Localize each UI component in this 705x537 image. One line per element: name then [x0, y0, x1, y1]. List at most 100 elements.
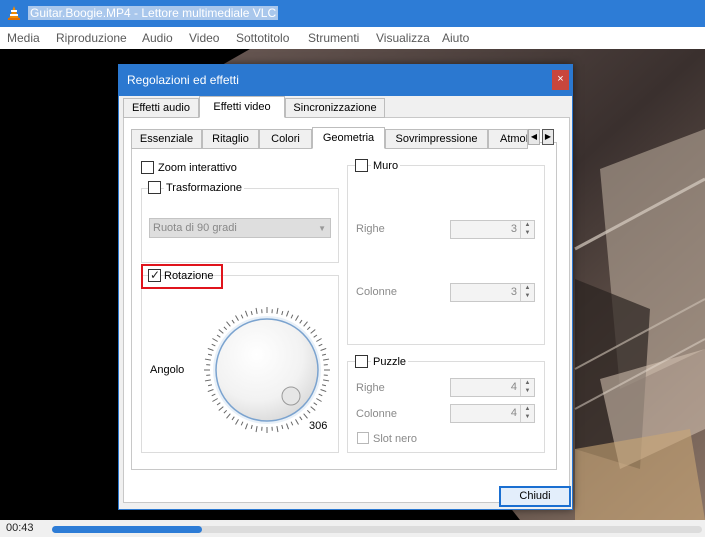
dial-tick	[303, 321, 308, 327]
rotation-checkbox[interactable]: ✓	[148, 268, 161, 282]
chevron-down-icon: ▼	[318, 224, 326, 233]
black-slot-label: Slot nero	[373, 433, 418, 445]
dial-tick	[212, 338, 218, 342]
dial-tick	[316, 338, 322, 342]
dial-tick	[281, 310, 284, 316]
dial-tick	[290, 421, 294, 426]
tab-synchronization[interactable]: Sincronizzazione	[285, 98, 385, 118]
transform-label: Trasformazione	[164, 182, 245, 194]
checkmark-icon: ✓	[150, 268, 161, 282]
dial-tick	[321, 384, 327, 387]
dial-tick	[207, 353, 213, 356]
zoom-checkbox[interactable]	[141, 161, 154, 174]
dial-tick	[323, 379, 330, 382]
dial-tick	[303, 413, 308, 419]
angle-value: 306	[309, 420, 328, 432]
wall-group	[347, 165, 545, 345]
tab-atmolight[interactable]: AtmoLight	[488, 129, 528, 149]
rotation-label: Rotazione	[164, 270, 214, 282]
dial-tick	[276, 426, 279, 433]
elapsed-time: 00:43	[6, 522, 34, 534]
window-titlebar: Guitar.Boogie.MP4 - Lettore multimediale…	[0, 0, 705, 27]
menu-visualizza[interactable]: Visualizza	[376, 31, 430, 45]
status-bar: 00:43	[0, 520, 705, 537]
wall-checkbox[interactable]	[355, 159, 368, 172]
tab-overlay[interactable]: Sovrimpressione	[385, 129, 488, 149]
tab-crop[interactable]: Ritaglio	[202, 129, 259, 149]
seek-bar[interactable]	[52, 526, 702, 533]
dial-tick	[299, 416, 303, 421]
menu-video[interactable]: Video	[189, 31, 219, 45]
tab-colors[interactable]: Colori	[259, 129, 312, 149]
zoom-label: Zoom interattivo	[158, 162, 237, 174]
puzzle-cols-spinner[interactable]: 4 ▲ ▼	[450, 404, 535, 423]
puzzle-label: Puzzle	[371, 356, 409, 368]
menu-media[interactable]: Media	[7, 31, 40, 45]
dial-tick	[211, 393, 216, 397]
transform-select-value: Ruota di 90 gradi	[153, 222, 237, 234]
menu-audio[interactable]: Audio	[142, 31, 173, 45]
dial-tick	[235, 419, 239, 425]
adjustments-dialog: Regolazioni ed effetti × Effetti audio E…	[118, 64, 573, 510]
dial-tick	[310, 329, 316, 334]
dial-tick	[320, 347, 327, 351]
dial-tick	[207, 389, 214, 393]
puzzle-cols-value: 4	[510, 407, 517, 419]
dial-tick	[207, 384, 213, 387]
dial-tick	[250, 310, 253, 316]
dial-tick	[320, 389, 327, 393]
menu-aiuto[interactable]: Aiuto	[442, 31, 469, 45]
wall-rows-spinner[interactable]: 3 ▲ ▼	[450, 220, 535, 239]
spinner-arrows-icon[interactable]: ▲ ▼	[520, 221, 534, 238]
close-button[interactable]: Chiudi	[499, 486, 571, 507]
wall-cols-spinner[interactable]: 3 ▲ ▼	[450, 283, 535, 302]
close-icon[interactable]: ×	[552, 70, 569, 90]
dial-tick	[244, 310, 248, 317]
tab-scroll-right-icon[interactable]: ▶	[542, 129, 554, 145]
dial-tick	[318, 393, 323, 397]
puzzle-rows-label: Righe	[356, 382, 385, 394]
dial-tick	[290, 314, 294, 319]
dial-tick	[244, 423, 248, 430]
spinner-arrows-icon[interactable]: ▲ ▼	[520, 284, 534, 301]
wall-cols-label: Colonne	[356, 286, 397, 298]
menu-sottotitolo[interactable]: Sottotitolo	[236, 31, 289, 45]
transform-select[interactable]: Ruota di 90 gradi ▼	[149, 218, 331, 238]
tab-geometry[interactable]: Geometria	[312, 127, 385, 149]
dial-tick	[240, 314, 244, 319]
dial-tick	[306, 326, 311, 331]
spinner-arrows-icon[interactable]: ▲ ▼	[520, 405, 534, 422]
dial-tick	[316, 398, 322, 402]
puzzle-rows-spinner[interactable]: 4 ▲ ▼	[450, 378, 535, 397]
dial-tick	[204, 358, 211, 361]
angle-label: Angolo	[150, 364, 185, 376]
dial-tick	[231, 319, 235, 324]
tab-video-effects[interactable]: Effetti video	[199, 96, 285, 118]
dial-tick	[306, 409, 311, 414]
dial-tick	[212, 398, 218, 402]
tab-audio-effects[interactable]: Effetti audio	[123, 98, 199, 118]
dial-tick	[218, 406, 224, 411]
dial-tick	[216, 334, 221, 338]
angle-dial[interactable]	[203, 304, 331, 436]
vlc-cone-icon	[8, 6, 20, 20]
transform-checkbox[interactable]	[148, 181, 161, 194]
dialog-title: Regolazioni ed effetti	[127, 73, 239, 87]
dial-tick	[276, 307, 279, 314]
puzzle-checkbox[interactable]	[355, 355, 368, 368]
dial-tick	[295, 315, 299, 321]
tab-essential[interactable]: Essenziale	[131, 129, 202, 149]
wall-label: Muro	[371, 160, 401, 172]
dial-tick	[281, 424, 284, 430]
dial-tick	[204, 379, 211, 382]
black-slot-checkbox[interactable]	[357, 432, 369, 444]
spinner-arrows-icon[interactable]: ▲ ▼	[520, 379, 534, 396]
menu-riproduzione[interactable]: Riproduzione	[56, 31, 127, 45]
menu-strumenti[interactable]: Strumenti	[308, 31, 359, 45]
dial-tick	[218, 329, 224, 334]
puzzle-rows-value: 4	[510, 381, 517, 393]
tab-scroll-left-icon[interactable]: ◀	[528, 129, 540, 145]
dial-tick	[313, 334, 318, 338]
dial-tick	[318, 343, 323, 347]
dial-tick	[313, 402, 318, 406]
